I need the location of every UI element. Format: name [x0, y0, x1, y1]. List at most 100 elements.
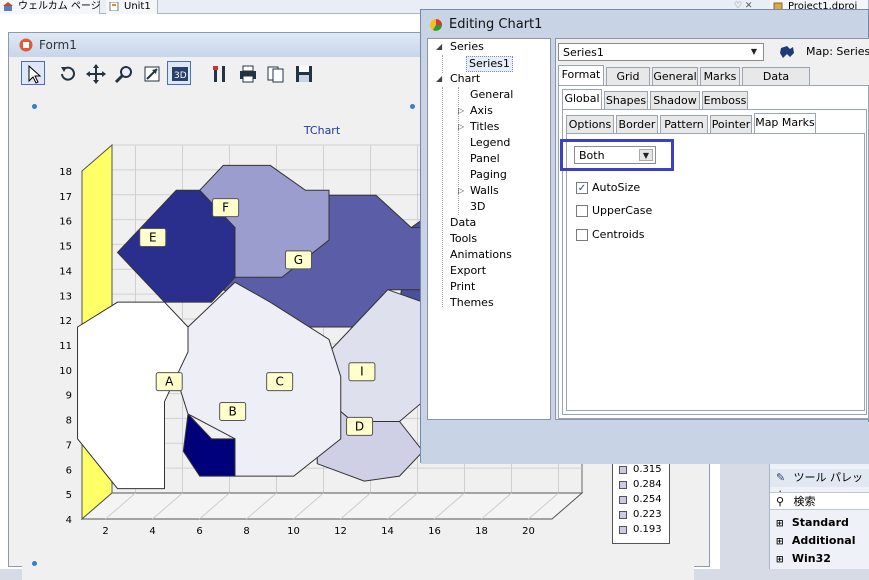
autosize-checkbox[interactable]: ✓ AutoSize: [576, 181, 640, 195]
y-tick-label: 18: [59, 167, 72, 178]
region-mark-label: D: [355, 419, 364, 433]
palette-category-standard[interactable]: ⊞ Standard: [770, 514, 869, 532]
checkbox-box[interactable]: [576, 205, 588, 217]
checkbox-box[interactable]: ✓: [576, 182, 588, 194]
tree-node-legend[interactable]: Legend: [470, 136, 510, 150]
tab-options[interactable]: Options: [566, 115, 614, 133]
tool-palette-header[interactable]: ✎ ツール パレット: [770, 469, 869, 502]
tree-node-panel[interactable]: Panel: [470, 152, 500, 166]
marks-style-select[interactable]: Both ▼: [574, 146, 656, 164]
teechart-icon: [429, 18, 443, 35]
tree-node-themes[interactable]: Themes: [450, 296, 494, 310]
search-icon: ⚲: [776, 495, 785, 508]
checkbox-box[interactable]: [576, 229, 588, 241]
centroids-checkbox[interactable]: Centroids: [576, 228, 645, 242]
tree-node-paging[interactable]: Paging: [470, 168, 507, 182]
legend-label: 0.315: [633, 464, 662, 475]
map-series-label: Map: Series1: [806, 45, 869, 58]
tab-shapes[interactable]: Shapes: [604, 91, 648, 109]
palette-search-field[interactable]: ⚲ 検索: [770, 492, 869, 510]
uppercase-label: UpperCase: [592, 204, 653, 217]
region-mark-label: F: [222, 201, 229, 215]
y-tick-label: 13: [59, 291, 72, 302]
tree-node-export[interactable]: Export: [450, 264, 486, 278]
marks-style-value: Both: [579, 149, 605, 162]
y-tick-label: 12: [59, 316, 72, 327]
tab-shadow[interactable]: Shadow: [650, 91, 700, 109]
y-tick-label: 5: [66, 490, 72, 501]
expand-triangle-icon[interactable]: ▷: [458, 186, 464, 195]
expand-plus-icon: ⊞: [776, 555, 784, 565]
tab-format[interactable]: Format: [558, 65, 604, 85]
ide-tab-unit1[interactable]: Unit1: [106, 0, 158, 14]
tab-pattern[interactable]: Pattern: [660, 115, 708, 133]
map-marks-pane: [566, 133, 865, 411]
palette-search-placeholder: 検索: [793, 495, 816, 508]
expand-triangle-icon[interactable]: ▷: [458, 122, 464, 131]
dialog-title: Editing Chart1: [449, 17, 543, 32]
tree-node-3d[interactable]: 3D: [470, 200, 485, 214]
tab-emboss[interactable]: Emboss: [702, 91, 748, 109]
chart-editor-tree[interactable]: ◢ Series Series1 ◢ Chart General ▷ Axis …: [427, 38, 551, 420]
legend-item: 0.223: [617, 508, 669, 522]
chart-legend[interactable]: 0.315 0.284 0.254 0.223 0.193: [612, 460, 670, 544]
ide-tab-welcome[interactable]: ウェルカム ページ: [0, 0, 101, 14]
tab-pointer[interactable]: Pointer: [710, 115, 752, 133]
tool-palette-icon: ✎: [776, 471, 786, 484]
y-tick-label: 10: [59, 366, 72, 377]
legend-swatch: [619, 481, 627, 489]
tab-global[interactable]: Global: [562, 89, 602, 109]
palette-category-win32[interactable]: ⊞ Win32: [770, 550, 869, 568]
expand-triangle-icon[interactable]: ▷: [458, 106, 464, 115]
tree-node-series[interactable]: Series: [450, 40, 484, 54]
y-tick-label: 16: [59, 217, 72, 228]
y-tick-label: 17: [59, 192, 72, 203]
editor-content-panel: Series1 ▼ Map: Series1 Format Grid 3D Ge…: [555, 38, 869, 420]
tree-node-walls[interactable]: Walls: [470, 184, 499, 198]
palette-category-additional[interactable]: ⊞ Additional: [770, 532, 869, 550]
collapse-triangle-icon[interactable]: ◢: [436, 42, 442, 51]
x-tick-label: 10: [287, 526, 300, 537]
y-tick-label: 8: [66, 416, 72, 427]
collapse-triangle-icon[interactable]: ◢: [436, 74, 442, 83]
tree-node-general[interactable]: General: [470, 88, 513, 102]
y-tick-label: 4: [66, 515, 72, 526]
tree-node-animations[interactable]: Animations: [450, 248, 512, 262]
tab-grid-3d[interactable]: Grid 3D: [606, 67, 650, 100]
tab-data-source[interactable]: Data Source: [742, 67, 810, 100]
tree-node-print[interactable]: Print: [450, 280, 475, 294]
dialog-titlebar[interactable]: Editing Chart1: [421, 10, 869, 38]
uppercase-checkbox[interactable]: UpperCase: [576, 204, 652, 218]
editing-chart-dialog[interactable]: Editing Chart1 ◢ Series Series1 ◢ Chart …: [420, 9, 869, 464]
legend-swatch: [619, 511, 627, 519]
ide-tab-label: Unit1: [124, 1, 151, 12]
tab-border[interactable]: Border: [616, 115, 658, 133]
chevron-down-icon[interactable]: ▼: [639, 149, 653, 161]
legend-item: 0.315: [617, 463, 669, 477]
series-select[interactable]: Series1 ▼: [558, 43, 764, 61]
expand-plus-icon: ⊞: [776, 519, 784, 529]
world-map-icon: [778, 43, 796, 64]
tab-map-marks[interactable]: Map Marks: [754, 113, 816, 133]
tree-node-titles[interactable]: Titles: [470, 120, 499, 134]
tree-node-axis[interactable]: Axis: [470, 104, 493, 118]
chevron-down-icon[interactable]: ▼: [747, 46, 761, 58]
palette-category-label: Standard: [791, 516, 849, 529]
tool-palette-panel: ✎ ツール パレット ⚲ 検索 ⊞ Standard ⊞ Additional …: [769, 462, 869, 569]
tree-node-data[interactable]: Data: [450, 216, 476, 230]
chart-title: TChart: [303, 124, 341, 137]
x-tick-label: 18: [475, 526, 488, 537]
tab-general[interactable]: General: [652, 67, 698, 85]
tree-node-tools[interactable]: Tools: [450, 232, 477, 246]
x-tick-label: 4: [149, 526, 155, 537]
tree-node-series1[interactable]: Series1: [466, 56, 513, 72]
region-mark-label: E: [149, 231, 157, 245]
y-tick-label: 7: [66, 440, 72, 451]
y-tick-label: 11: [59, 341, 72, 352]
ide-tab-label: ウェルカム ページ: [18, 1, 101, 12]
tree-node-chart[interactable]: Chart: [450, 72, 480, 86]
legend-label: 0.284: [633, 479, 662, 490]
tab-marks[interactable]: Marks: [700, 67, 740, 85]
region-mark-label: B: [229, 405, 237, 419]
legend-item: 0.254: [617, 493, 669, 507]
